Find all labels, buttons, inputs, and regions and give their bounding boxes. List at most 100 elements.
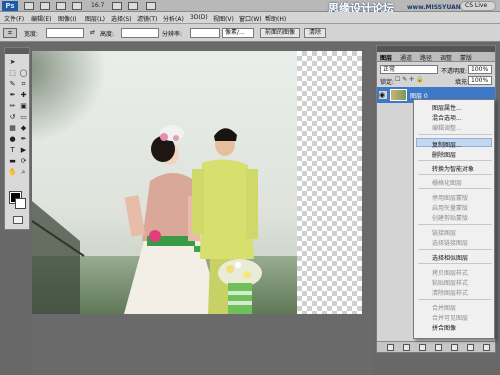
minibridge-icon[interactable]	[40, 2, 50, 10]
new-layer-icon[interactable]	[467, 344, 474, 351]
resolution-input[interactable]	[190, 28, 220, 38]
quick-mask-icon[interactable]	[13, 216, 23, 224]
tab-masks[interactable]: 蒙版	[460, 53, 472, 62]
document-canvas[interactable]	[32, 51, 362, 314]
menu-item-convert-smart-object[interactable]: 转换为智能对象	[432, 164, 474, 173]
menu-item-select-similar-layers[interactable]: 选择相似图层	[432, 253, 468, 262]
menu-view[interactable]: 视图(V)	[213, 14, 234, 23]
eyedropper-tool-icon[interactable]: ✒	[8, 91, 17, 99]
clone-stamp-tool-icon[interactable]: ▣	[19, 102, 28, 110]
menu-help[interactable]: 帮助(H)	[265, 14, 286, 23]
menu-item-flatten-image[interactable]: 拼合图像	[432, 323, 456, 332]
move-tool-icon[interactable]: ➤	[8, 58, 17, 66]
menu-3d[interactable]: 3D(D)	[190, 14, 208, 21]
menu-item-clear-layer-style[interactable]: 清除图层样式	[432, 288, 468, 297]
screen-mode-icon[interactable]	[146, 2, 156, 10]
marquee-tool-icon[interactable]: ⬚	[8, 69, 17, 77]
zoom-view-icon[interactable]	[72, 2, 82, 10]
rotate-view-icon[interactable]	[112, 2, 122, 10]
3d-rotate-tool-icon[interactable]: ⟳	[19, 157, 28, 165]
menu-filter[interactable]: 滤镜(T)	[137, 14, 157, 23]
background-color-swatch[interactable]	[15, 198, 26, 209]
hand-view-icon[interactable]	[56, 2, 66, 10]
menu-item-disable-layer-mask[interactable]: 停用图层蒙版	[432, 193, 468, 202]
menu-edit[interactable]: 编辑(E)	[31, 14, 51, 23]
swap-icon[interactable]: ⇄	[90, 29, 95, 36]
clear-button[interactable]: 清除	[304, 28, 326, 38]
canvas-area	[32, 43, 374, 375]
type-tool-icon[interactable]: T	[8, 146, 17, 154]
menu-item-paste-layer-style[interactable]: 粘贴图层样式	[432, 278, 468, 287]
brush-tool-icon[interactable]: ✏	[8, 102, 17, 110]
menu-item-create-clipping-mask[interactable]: 创建剪贴蒙版	[432, 213, 468, 222]
zoom-level[interactable]: 16.7	[91, 2, 104, 9]
layer-context-menu: 图层属性... 混合选项... 编辑调整... 复制图层... 删除图层 转换为…	[413, 99, 495, 339]
menu-select[interactable]: 选择(S)	[111, 14, 132, 23]
menu-separator	[418, 174, 492, 175]
menu-window[interactable]: 窗口(W)	[239, 14, 262, 23]
trash-icon[interactable]	[483, 344, 490, 351]
menu-item-merge-visible[interactable]: 合并可见图层	[432, 313, 468, 322]
fill-label: 填充:	[455, 79, 470, 86]
link-layers-icon[interactable]	[387, 344, 394, 351]
menu-separator	[418, 224, 492, 225]
transparent-area	[297, 51, 362, 314]
width-input[interactable]	[46, 28, 84, 38]
dodge-tool-icon[interactable]: ●	[8, 135, 17, 143]
eye-icon[interactable]: ◉	[379, 91, 387, 99]
lasso-tool-icon[interactable]: ◯	[19, 69, 28, 77]
resolution-unit-select[interactable]: 像素/...	[222, 28, 254, 38]
add-mask-icon[interactable]	[419, 344, 426, 351]
menu-image[interactable]: 图像(I)	[58, 14, 76, 23]
menu-item-rasterize-layer[interactable]: 栅格化图层	[432, 178, 462, 187]
height-input[interactable]	[121, 28, 159, 38]
width-label: 宽度:	[24, 31, 39, 38]
eraser-tool-icon[interactable]: ▭	[19, 113, 28, 121]
bridge-icon[interactable]	[24, 2, 34, 10]
menu-file[interactable]: 文件(F)	[4, 14, 24, 23]
tab-adjustments[interactable]: 调整	[440, 53, 452, 62]
gradient-tool-icon[interactable]: ▦	[8, 124, 17, 132]
fill-input[interactable]: 100%	[468, 76, 492, 85]
opacity-input[interactable]: 100%	[468, 65, 492, 74]
tab-paths[interactable]: 路径	[420, 53, 432, 62]
menu-layer[interactable]: 图层(L)	[85, 14, 105, 23]
menu-item-link-layers[interactable]: 链接图层	[432, 228, 456, 237]
adjustment-layer-icon[interactable]	[435, 344, 442, 351]
crop-tool-icon[interactable]: ⌗	[3, 28, 17, 38]
menu-item-merge-layers[interactable]: 合并图层	[432, 303, 456, 312]
menu-separator	[418, 299, 492, 300]
front-image-button[interactable]: 前面的图像	[260, 28, 300, 38]
menu-separator	[418, 188, 492, 189]
menu-item-select-linked-layers[interactable]: 选择链接图层	[432, 238, 468, 247]
healing-brush-tool-icon[interactable]: ✚	[19, 91, 28, 99]
menu-item-layer-properties[interactable]: 图层属性...	[432, 103, 462, 112]
tab-layers[interactable]: 图层	[380, 53, 392, 62]
crop-tool-icon-toolbox[interactable]: ⌗	[19, 80, 28, 88]
menu-analysis[interactable]: 分析(A)	[163, 14, 184, 23]
blur-tool-icon[interactable]: ◆	[19, 124, 28, 132]
hand-tool-icon[interactable]: ✋	[8, 168, 17, 176]
cs-live-button[interactable]: CS Live	[460, 1, 496, 11]
menu-item-duplicate-layer[interactable]: 复制图层...	[432, 140, 462, 149]
quick-selection-tool-icon[interactable]: ✎	[8, 80, 17, 88]
arrange-documents-icon[interactable]	[128, 2, 138, 10]
new-group-icon[interactable]	[451, 344, 458, 351]
tools-panel-header[interactable]	[5, 48, 29, 54]
menu-item-enable-vector-mask[interactable]: 启用矢量蒙版	[432, 203, 468, 212]
lock-icons[interactable]: ☐ ✎ ✛ 🔒	[395, 76, 424, 83]
menu-item-edit-adjustment[interactable]: 编辑调整...	[432, 123, 462, 132]
menu-item-copy-layer-style[interactable]: 拷贝图层样式	[432, 268, 468, 277]
history-brush-tool-icon[interactable]: ↺	[8, 113, 17, 121]
menu-item-delete-layer[interactable]: 删除图层	[432, 150, 456, 159]
zoom-tool-icon[interactable]: ⌕	[19, 168, 28, 176]
lock-label: 锁定:	[380, 79, 395, 86]
menu-item-blending-options[interactable]: 混合选项...	[432, 113, 462, 122]
shape-tool-icon[interactable]: ▬	[8, 157, 17, 165]
pen-tool-icon[interactable]: ✒	[19, 135, 28, 143]
layer-style-icon[interactable]	[403, 344, 410, 351]
path-selection-tool-icon[interactable]: ▶	[19, 146, 28, 154]
tab-channels[interactable]: 通道	[400, 53, 412, 62]
blend-mode-select[interactable]: 正常	[380, 65, 438, 74]
layer-thumbnail	[390, 89, 407, 101]
